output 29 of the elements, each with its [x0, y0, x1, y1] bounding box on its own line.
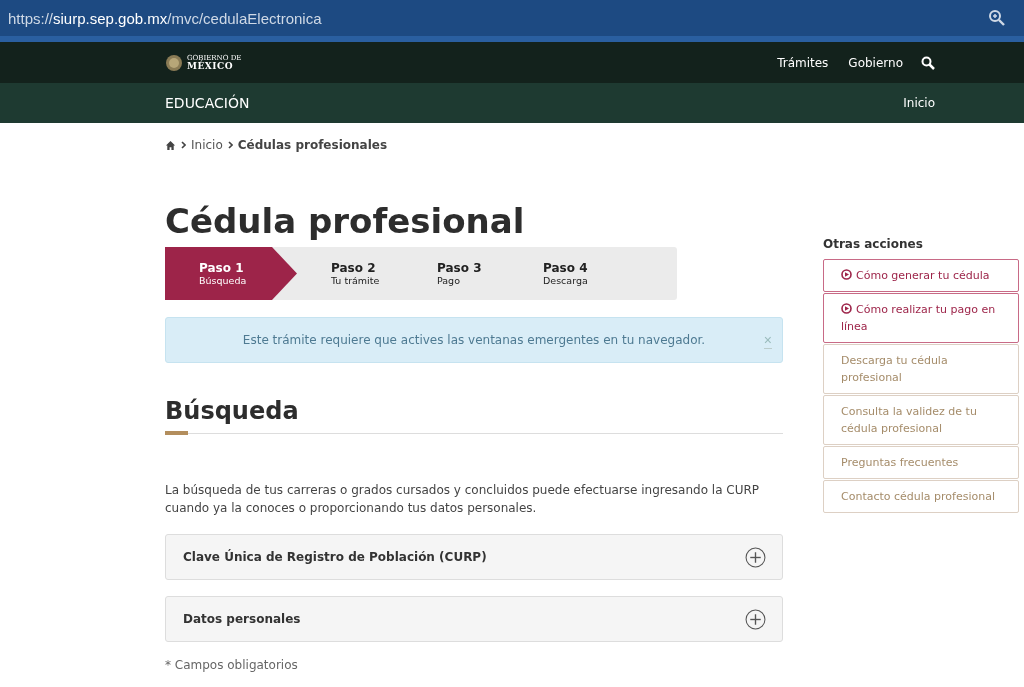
breadcrumb-current: Cédulas profesionales [237, 138, 388, 152]
sidebar-link[interactable]: Cómo realizar tu pago en línea [823, 293, 1019, 343]
plus-circle-icon[interactable] [745, 608, 766, 630]
nav-link[interactable]: Inicio [903, 96, 935, 110]
play-circle-icon [841, 303, 852, 314]
page-title: Cédula profesional [165, 201, 526, 241]
required-note: * Campos obligatorios [165, 658, 299, 672]
plus-circle-icon[interactable] [745, 546, 766, 568]
search-icon[interactable] [921, 55, 935, 70]
nav-link[interactable]: Trámites [777, 55, 829, 70]
accordion-header[interactable]: Datos personales [165, 596, 783, 642]
breadcrumb-link[interactable]: Inicio [191, 138, 223, 152]
play-circle-icon [841, 269, 852, 280]
sidebar-title: Otras acciones [823, 237, 924, 251]
logo-text: MÉXICO [187, 61, 235, 71]
nav-link[interactable]: Gobierno [848, 55, 903, 70]
chevron-icon [181, 141, 186, 149]
step-tab[interactable]: Paso 1 Búsqueda [165, 247, 297, 300]
accordion-header[interactable]: Clave Única de Registro de Población (CURP) [165, 534, 783, 580]
emblem-icon [165, 53, 183, 72]
heading-underline [165, 431, 188, 435]
sidebar-link[interactable]: Cómo generar tu cédula [823, 259, 1019, 292]
section-title: EDUCACIÓN [165, 95, 250, 111]
chevron-icon [227, 141, 233, 149]
alert-text: Este trámite requiere que actives las ventanas emergentes en tu navegador. [242, 333, 706, 347]
section-heading: Búsqueda [165, 397, 300, 425]
zoom-icon[interactable] [988, 9, 1006, 27]
intro-text: La búsqueda de tus carreras o grados cursados y concluidos puede efectuarse ingresando la CURP cuando ya la conoces o proporcionando tus datos personales. [165, 482, 761, 517]
home-icon[interactable] [165, 139, 176, 151]
